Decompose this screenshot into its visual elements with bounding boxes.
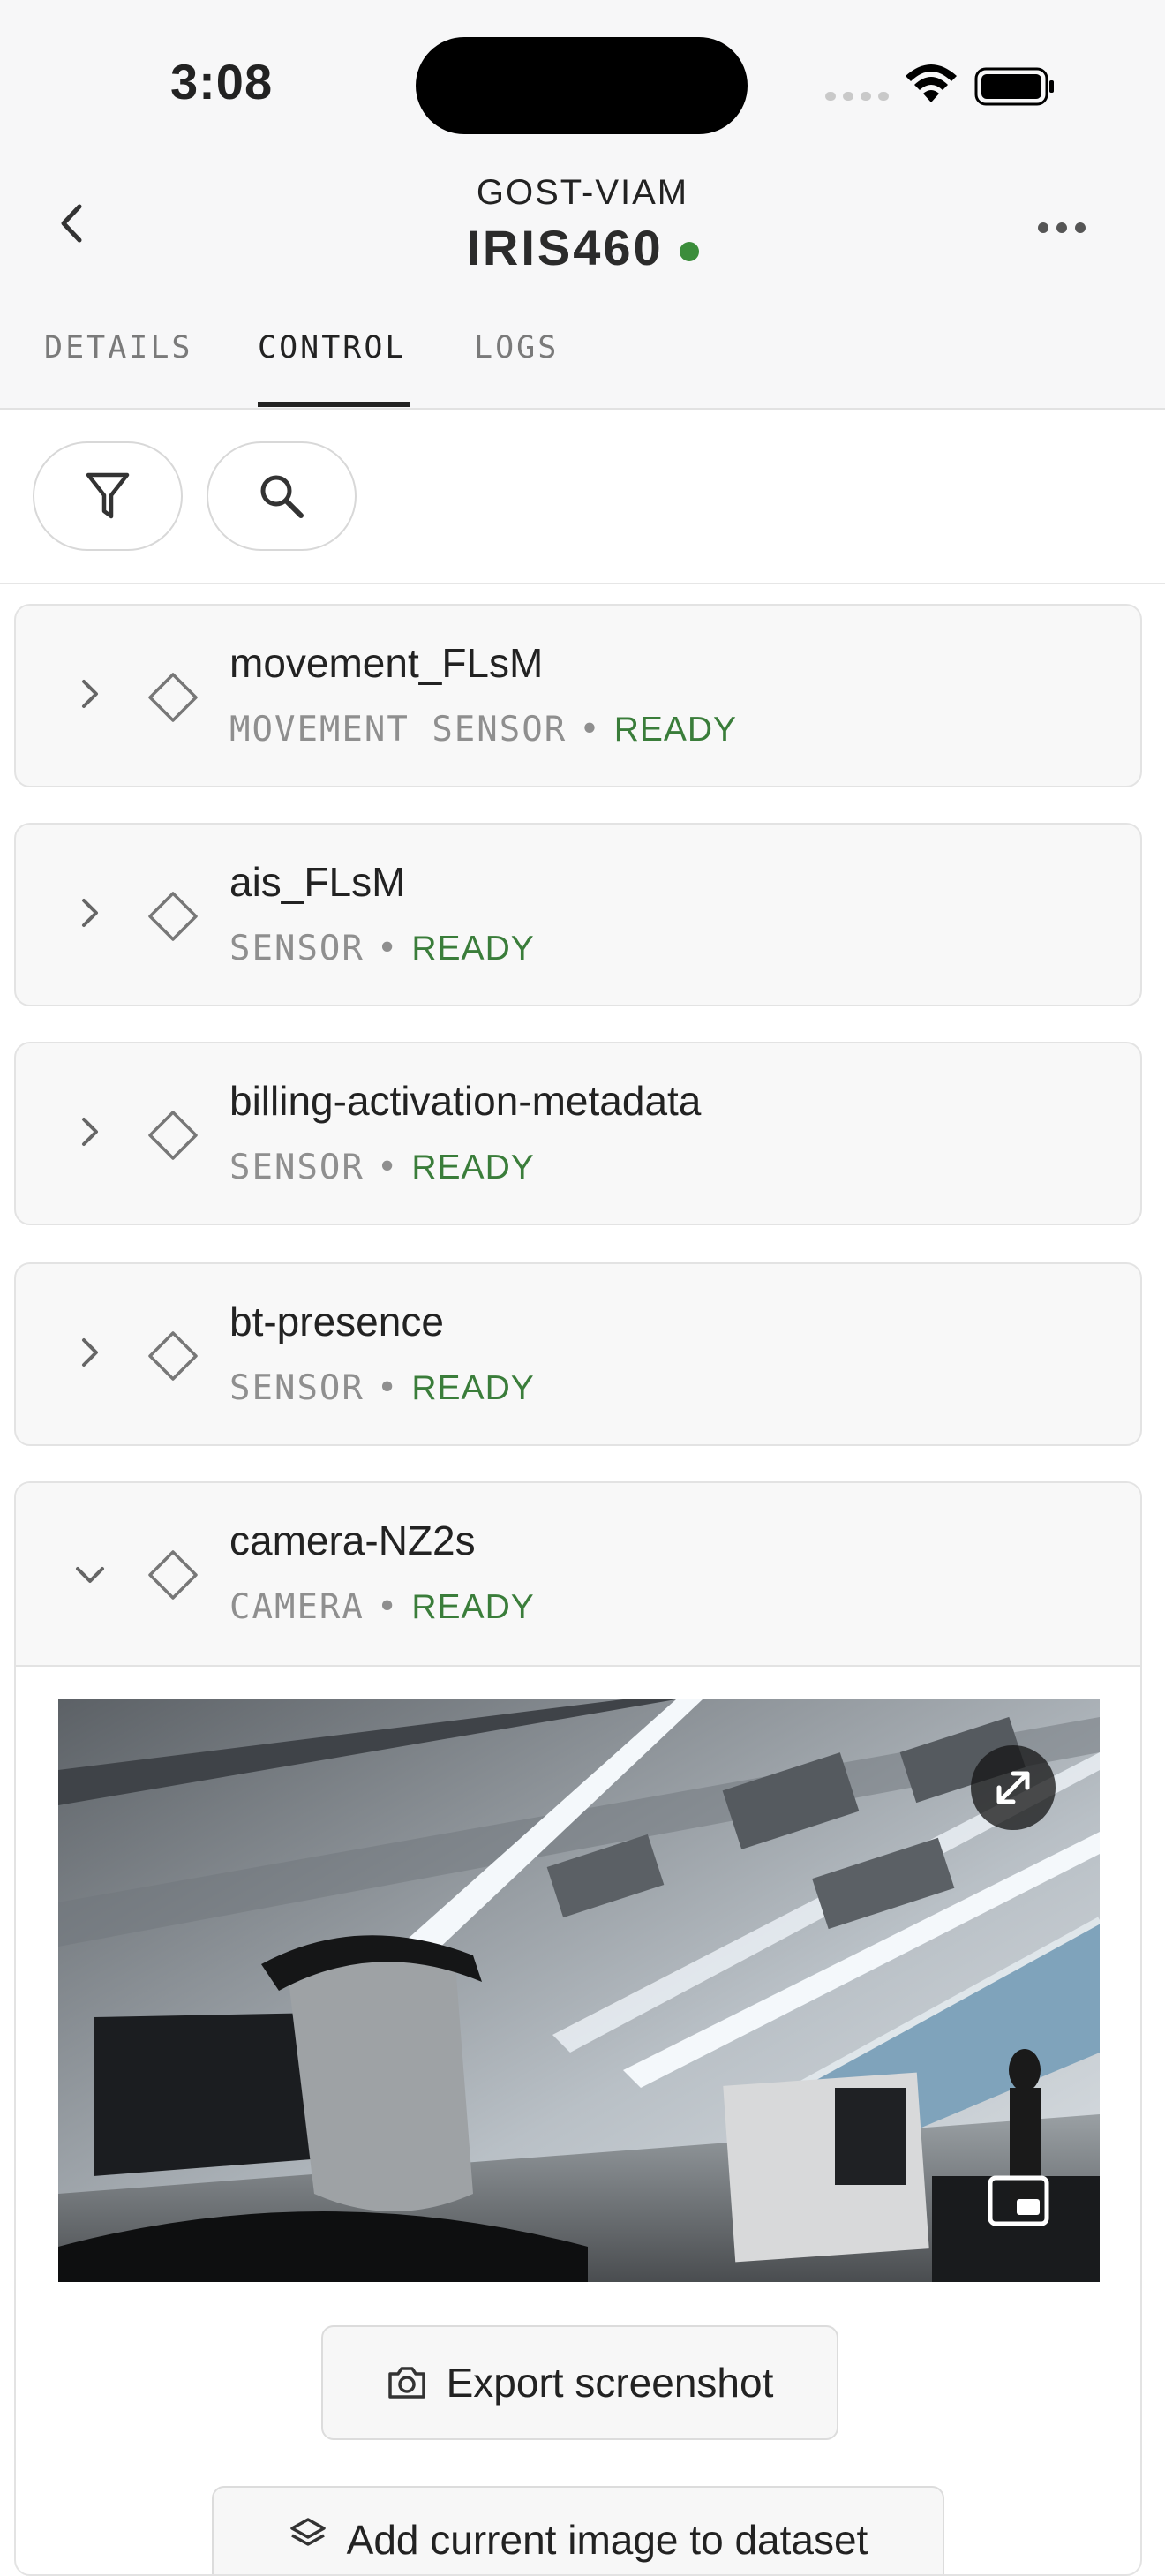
- resource-card[interactable]: ais_FLsM SENSOR • READY: [14, 823, 1142, 1006]
- resource-card[interactable]: movement_FLsM MOVEMENT SENSOR • READY: [14, 604, 1142, 787]
- machine-name: IRIS460: [466, 220, 664, 275]
- camera-card-header[interactable]: camera-NZ2s CAMERA • READY: [16, 1483, 1140, 1667]
- resource-name: camera-NZ2s: [229, 1518, 476, 1563]
- resource-type: SENSOR: [229, 929, 365, 968]
- component-diamond-icon: [148, 673, 198, 722]
- resource-name: billing-activation-metadata: [229, 1078, 702, 1124]
- meta-separator: •: [579, 710, 602, 749]
- resource-state: READY: [411, 1369, 535, 1407]
- machine-title: IRIS460: [0, 219, 1165, 276]
- filter-icon: [86, 472, 130, 519]
- active-tab-indicator: [258, 402, 410, 407]
- wifi-icon: [906, 64, 957, 102]
- resource-type: SENSOR: [229, 1368, 365, 1408]
- add-to-dataset-label: Add current image to dataset: [346, 2517, 868, 2563]
- component-diamond-icon: [148, 1550, 198, 1600]
- export-screenshot-label: Export screenshot: [446, 2360, 774, 2406]
- resource-card[interactable]: billing-activation-metadata SENSOR • READY: [14, 1042, 1142, 1225]
- dataset-icon: [289, 2518, 326, 2546]
- search-icon: [260, 475, 304, 518]
- resource-name: bt-presence: [229, 1299, 444, 1344]
- organization-name: GOST-VIAM: [476, 173, 689, 212]
- battery-icon: [974, 67, 1054, 106]
- chevron-right-icon: [82, 1338, 98, 1367]
- resource-state: READY: [411, 1588, 535, 1626]
- tab-details[interactable]: DETAILS: [44, 330, 193, 365]
- top-header-area: 3:08 GOST-VIAM IRIS460 DETAILS CONTROL L…: [0, 0, 1165, 408]
- resource-meta: MOVEMENT SENSOR • READY: [229, 710, 737, 749]
- meta-separator: •: [376, 1368, 400, 1408]
- resource-type: MOVEMENT SENSOR: [229, 710, 567, 749]
- dynamic-island: [416, 37, 748, 134]
- more-options-button[interactable]: [1031, 210, 1093, 245]
- divider: [0, 583, 1165, 584]
- tab-bar: DETAILS CONTROL LOGS: [0, 320, 1165, 408]
- resource-type: CAMERA: [229, 1587, 365, 1627]
- resource-name: movement_FLsM: [229, 640, 544, 686]
- chevron-down-icon: [76, 1567, 104, 1583]
- cellular-signal-icon: [825, 92, 889, 101]
- fullscreen-button[interactable]: [971, 1745, 1056, 1830]
- meta-separator: •: [376, 929, 400, 968]
- meta-separator: •: [376, 1148, 400, 1187]
- resource-card[interactable]: bt-presence SENSOR • READY: [14, 1262, 1142, 1446]
- camera-feed-image: [58, 1699, 1100, 2282]
- resource-state: READY: [411, 1149, 535, 1186]
- resource-name: ais_FLsM: [229, 859, 406, 905]
- resource-state: READY: [613, 711, 738, 749]
- resource-meta: SENSOR • READY: [229, 929, 535, 968]
- camera-stream[interactable]: [58, 1699, 1100, 2282]
- resource-state: READY: [411, 930, 535, 968]
- resource-meta: CAMERA • READY: [229, 1587, 535, 1627]
- filter-button[interactable]: [33, 441, 183, 551]
- chevron-right-icon: [82, 680, 98, 708]
- camera-resource-card: camera-NZ2s CAMERA • READY Export screen…: [14, 1481, 1142, 2576]
- divider: [0, 408, 1165, 410]
- component-diamond-icon: [148, 892, 198, 941]
- add-to-dataset-button[interactable]: Add current image to dataset: [212, 2486, 944, 2574]
- search-button[interactable]: [207, 441, 357, 551]
- resource-type: SENSOR: [229, 1148, 365, 1187]
- expand-icon: [996, 1771, 1030, 1804]
- camera-icon: [387, 2367, 425, 2399]
- tab-control[interactable]: CONTROL: [258, 330, 407, 365]
- tab-logs[interactable]: LOGS: [474, 330, 559, 365]
- online-status-dot: [679, 242, 699, 262]
- status-time: 3:08: [170, 54, 274, 109]
- export-screenshot-button[interactable]: Export screenshot: [321, 2325, 838, 2440]
- picture-in-picture-icon[interactable]: [987, 2174, 1050, 2227]
- chevron-right-icon: [82, 899, 98, 927]
- resource-meta: SENSOR • READY: [229, 1368, 535, 1408]
- component-diamond-icon: [148, 1331, 198, 1381]
- resource-meta: SENSOR • READY: [229, 1148, 535, 1187]
- component-diamond-icon: [148, 1111, 198, 1160]
- chevron-right-icon: [82, 1118, 98, 1146]
- meta-separator: •: [376, 1587, 400, 1627]
